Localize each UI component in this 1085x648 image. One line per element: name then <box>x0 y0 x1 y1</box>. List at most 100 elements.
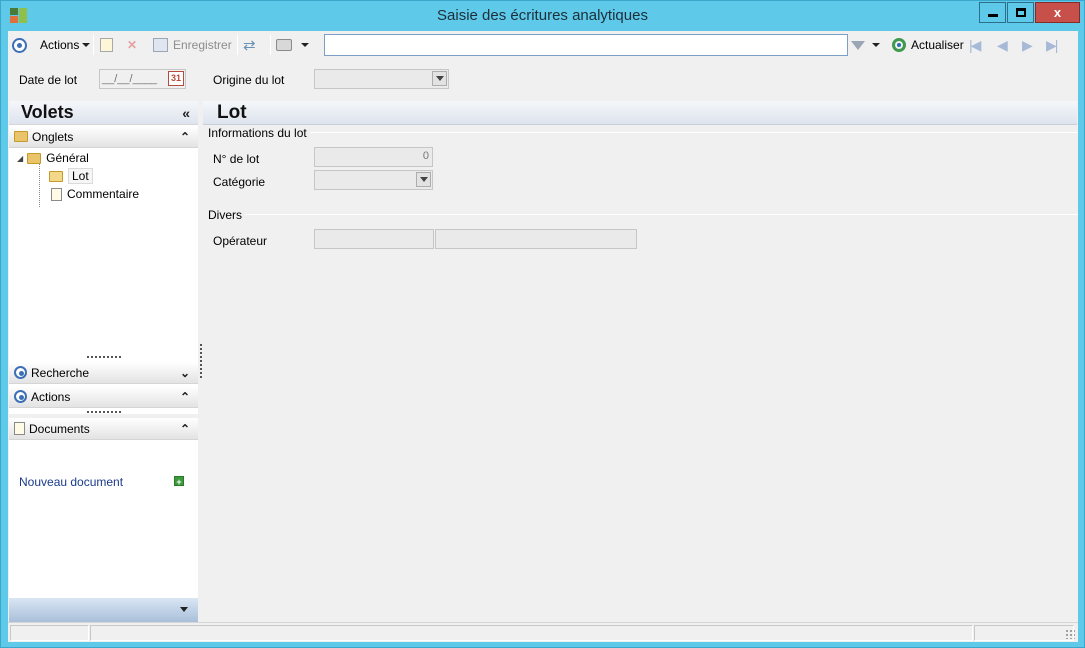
actions-menu-label: Actions <box>40 38 80 52</box>
toolbar-separator <box>270 35 271 55</box>
refresh-label: Actualiser <box>911 38 964 52</box>
tree-item-lot-label: Lot <box>68 168 93 184</box>
save-button[interactable]: Enregistrer <box>153 35 232 55</box>
chevron-down-double-icon[interactable]: ⌄ <box>180 366 190 380</box>
recherche-header[interactable]: Recherche ⌄ <box>9 362 198 384</box>
documents-title: Documents <box>29 421 90 436</box>
pane-splitter[interactable] <box>200 344 202 378</box>
toolbar: Actions ✕ Enregistrer ⇄ Actualiser |◀ ◀ … <box>8 31 1078 59</box>
chevron-down-icon <box>180 607 188 612</box>
resize-grip[interactable] <box>87 356 121 358</box>
client-area: Actions ✕ Enregistrer ⇄ Actualiser |◀ ◀ … <box>8 31 1078 642</box>
next-record-button[interactable]: ▶ <box>1022 35 1033 55</box>
new-document-link[interactable]: Nouveau document <box>19 475 123 489</box>
delete-button[interactable]: ✕ <box>127 35 137 55</box>
tree-item-commentaire-label: Commentaire <box>67 187 140 201</box>
chevron-up-double-icon[interactable]: ⌃ <box>180 422 190 436</box>
actions-menu-button[interactable]: Actions <box>40 35 91 55</box>
operator-code-field[interactable] <box>314 229 434 249</box>
origin-select[interactable] <box>314 69 449 89</box>
actions-header[interactable]: Actions ⌃ <box>9 386 198 408</box>
date-label: Date de lot <box>19 73 78 87</box>
calendar-icon[interactable]: 31 <box>168 71 184 86</box>
minimize-icon <box>987 14 998 17</box>
title-bar[interactable]: Saisie des écritures analytiques x <box>1 1 1084 31</box>
lot-number-field[interactable]: 0 <box>314 147 433 167</box>
folder-icon <box>14 131 28 142</box>
chevron-down-icon <box>82 43 91 47</box>
printer-icon <box>276 39 292 51</box>
recherche-title: Recherche <box>31 365 90 380</box>
delete-icon: ✕ <box>127 38 138 52</box>
collapse-pane-icon[interactable]: « <box>182 105 190 121</box>
minimize-button[interactable] <box>979 2 1006 23</box>
toolbar-separator <box>237 35 238 55</box>
chevron-down-icon <box>419 177 428 182</box>
circle-target-icon <box>14 366 27 379</box>
previous-record-button[interactable]: ◀ <box>997 35 1008 55</box>
sync-button[interactable]: ⇄ <box>243 35 256 55</box>
add-icon[interactable]: + <box>174 476 184 487</box>
next-icon: ▶ <box>1022 36 1033 53</box>
application-window: Saisie des écritures analytiques x Actio… <box>0 0 1085 648</box>
resize-grip-icon[interactable] <box>1065 629 1075 639</box>
tree-item-commentaire[interactable]: Commentaire <box>51 185 139 203</box>
category-select[interactable] <box>314 170 433 190</box>
chevron-down-icon <box>301 43 309 47</box>
window-title: Saisie des écritures analytiques <box>437 7 648 24</box>
filter-icon <box>851 40 865 50</box>
dropdown-button[interactable] <box>432 71 447 86</box>
refresh-button[interactable]: Actualiser <box>892 35 964 55</box>
tree-item-general[interactable]: ◢ Général <box>17 149 89 167</box>
toolbar-separator <box>93 35 94 55</box>
refresh-icon <box>892 38 906 52</box>
expand-arrow-icon[interactable]: ◢ <box>17 154 23 163</box>
lot-number-label: N° de lot <box>213 152 260 166</box>
onglets-title: Onglets <box>32 129 74 144</box>
status-cell <box>90 625 973 641</box>
group-misc-title: Divers <box>208 208 246 222</box>
open-folder-icon <box>49 170 63 182</box>
close-button[interactable]: x <box>1035 2 1080 23</box>
chevron-down-icon <box>872 43 880 47</box>
new-document-icon <box>100 38 113 52</box>
maximize-icon <box>1015 8 1026 17</box>
chevron-down-icon <box>435 76 444 81</box>
actions-circle-button[interactable] <box>12 35 27 55</box>
folder-icon <box>27 152 42 164</box>
chevron-up-double-icon[interactable]: ⌃ <box>180 130 190 144</box>
tree-item-general-label: Général <box>46 151 89 165</box>
circle-target-icon <box>14 390 27 403</box>
category-label: Catégorie <box>213 175 266 189</box>
group-info-title: Informations du lot <box>208 126 310 140</box>
document-icon <box>14 422 25 435</box>
group-line <box>244 214 1078 215</box>
operator-name-field[interactable] <box>435 229 637 249</box>
print-button[interactable] <box>276 35 309 55</box>
documents-header[interactable]: Documents ⌃ <box>9 418 198 440</box>
volets-header: Volets « <box>9 101 198 125</box>
search-box[interactable] <box>324 34 848 56</box>
volets-title: Volets <box>21 102 74 122</box>
last-record-button[interactable]: ▶| <box>1046 35 1058 55</box>
chevron-up-double-icon[interactable]: ⌃ <box>180 390 190 404</box>
first-record-button[interactable]: |◀ <box>969 35 981 55</box>
status-cell <box>10 625 89 641</box>
maximize-button[interactable] <box>1007 2 1034 23</box>
content-title: Lot <box>217 102 247 123</box>
volets-pane: Volets « Onglets ⌃ ◢ Général Lot Comment… <box>9 101 198 622</box>
filter-button[interactable] <box>851 35 880 55</box>
resize-grip[interactable] <box>87 411 121 413</box>
new-record-button[interactable] <box>100 35 113 55</box>
status-bar <box>8 622 1078 642</box>
content-header: Lot <box>203 101 1077 125</box>
tree-item-lot[interactable]: Lot <box>49 167 93 185</box>
search-input[interactable] <box>325 35 847 55</box>
dropdown-button[interactable] <box>416 172 431 187</box>
save-icon <box>153 38 168 52</box>
pane-bottom-strip[interactable] <box>9 598 198 622</box>
last-icon: ▶| <box>1046 36 1058 53</box>
onglets-header[interactable]: Onglets ⌃ <box>9 126 198 148</box>
origin-label: Origine du lot <box>213 73 285 87</box>
save-label: Enregistrer <box>173 38 232 52</box>
